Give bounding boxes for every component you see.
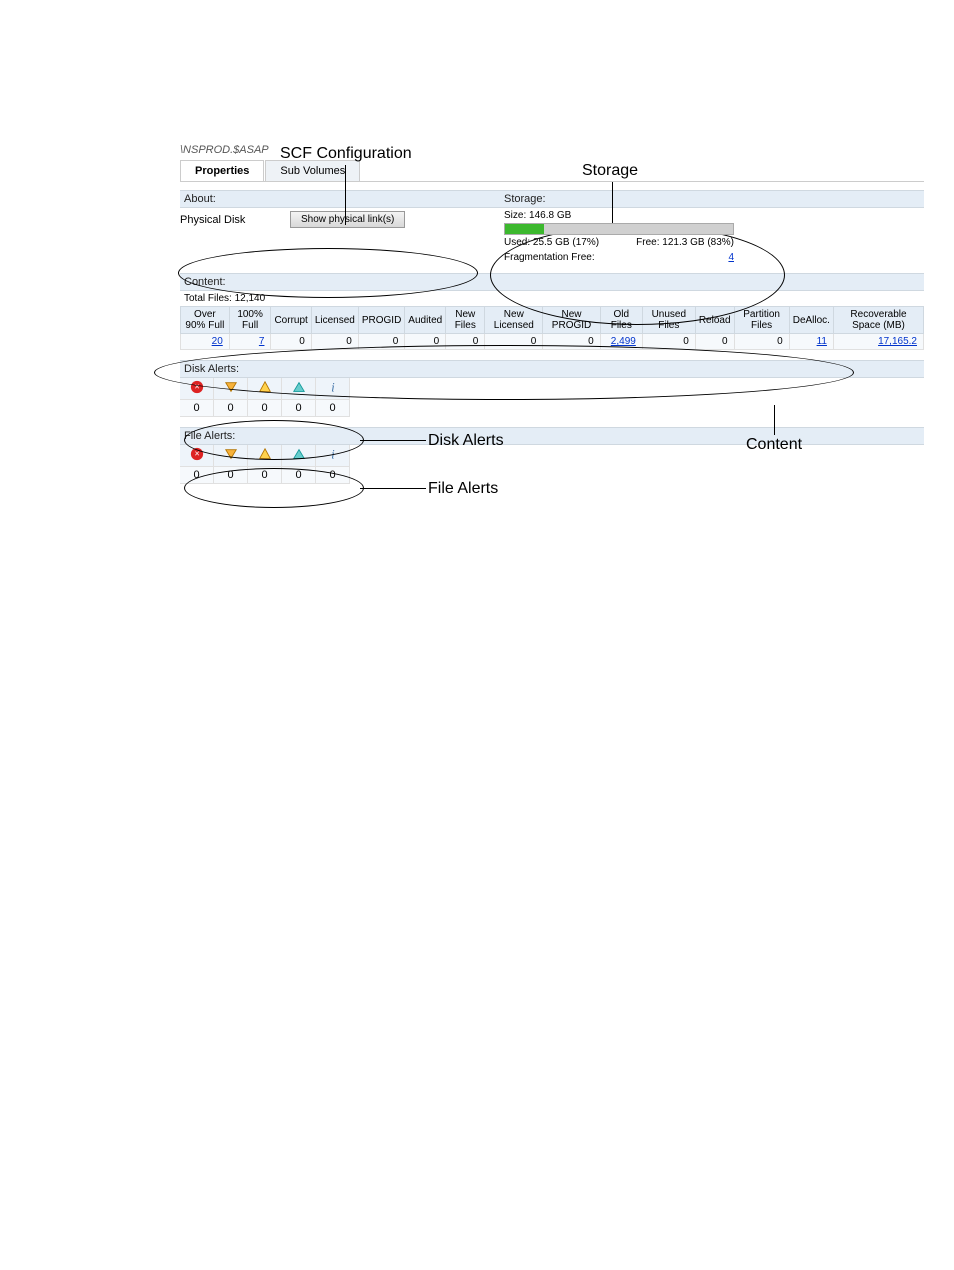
content-cell: 0 — [446, 334, 485, 350]
content-cell: 0 — [271, 334, 311, 350]
content-cell[interactable]: 2,499 — [600, 334, 642, 350]
annotation-disk-alerts: Disk Alerts — [428, 432, 504, 450]
physical-disk-label: Physical Disk — [180, 214, 290, 226]
content-cell: 0 — [358, 334, 404, 350]
show-physical-link-button[interactable]: Show physical link(s) — [290, 211, 405, 228]
file-alert-value: 0 — [282, 467, 316, 484]
content-cell[interactable]: 7 — [229, 334, 271, 350]
content-header: Content: — [180, 273, 924, 291]
total-files-label: Total Files: 12,140 — [180, 291, 924, 306]
svg-text:i: i — [331, 380, 335, 394]
table-row: 20700000002,4990001117,165.2 — [181, 334, 924, 350]
svg-text:i: i — [331, 447, 335, 461]
disk-alerts-header: Disk Alerts: — [180, 360, 924, 378]
up-arrow-icon — [282, 378, 316, 400]
warning-icon — [248, 445, 282, 467]
down-arrow-icon — [214, 378, 248, 400]
up-arrow-icon — [282, 445, 316, 467]
storage-bar — [504, 223, 734, 235]
fragmentation-value-link[interactable]: 4 — [728, 252, 734, 263]
annotation-file-alerts: File Alerts — [428, 480, 498, 498]
fragmentation-label: Fragmentation Free: — [504, 252, 595, 263]
svg-text:×: × — [194, 382, 199, 392]
about-header: About: — [180, 190, 500, 208]
content-col-header: Partition Files — [734, 307, 789, 334]
content-col-header: Recoverable Space (MB) — [833, 307, 923, 334]
content-col-header: Audited — [405, 307, 446, 334]
info-icon: i — [316, 378, 350, 400]
down-arrow-icon — [214, 445, 248, 467]
content-col-header: New PROGID — [543, 307, 600, 334]
storage-free: Free: 121.3 GB (83%) — [636, 237, 734, 248]
content-col-header: Reload — [695, 307, 734, 334]
tabs: Properties Sub Volumes — [180, 160, 924, 182]
content-cell[interactable]: 11 — [789, 334, 833, 350]
content-cell: 0 — [695, 334, 734, 350]
content-cell: 0 — [485, 334, 543, 350]
critical-icon: × — [180, 378, 214, 400]
file-alert-value: 0 — [214, 467, 248, 484]
svg-text:×: × — [194, 449, 199, 459]
content-col-header: Unused Files — [642, 307, 695, 334]
disk-alert-value: 0 — [180, 400, 214, 417]
disk-alert-value: 0 — [316, 400, 350, 417]
disk-alert-value: 0 — [282, 400, 316, 417]
content-col-header: PROGID — [358, 307, 404, 334]
storage-size: Size: 146.8 GB — [504, 210, 920, 221]
file-alerts-header: File Alerts: — [180, 427, 924, 445]
tab-properties[interactable]: Properties — [180, 160, 264, 181]
annotation-scf: SCF Configuration — [280, 145, 412, 163]
content-table: Over 90% Full100% FullCorruptLicensedPRO… — [180, 306, 924, 350]
content-col-header: Old Files — [600, 307, 642, 334]
content-col-header: New Licensed — [485, 307, 543, 334]
annotation-storage: Storage — [582, 162, 638, 180]
content-cell[interactable]: 20 — [181, 334, 230, 350]
content-col-header: Licensed — [311, 307, 358, 334]
critical-icon: × — [180, 445, 214, 467]
annotation-content: Content — [746, 436, 802, 454]
tab-subvolumes[interactable]: Sub Volumes — [265, 160, 360, 181]
storage-header: Storage: — [500, 190, 924, 208]
content-cell: 0 — [405, 334, 446, 350]
disk-alert-value: 0 — [214, 400, 248, 417]
content-cell[interactable]: 17,165.2 — [833, 334, 923, 350]
disk-alert-value: 0 — [248, 400, 282, 417]
content-cell: 0 — [311, 334, 358, 350]
content-col-header: Corrupt — [271, 307, 311, 334]
content-cell: 0 — [734, 334, 789, 350]
file-alert-value: 0 — [316, 467, 350, 484]
content-cell: 0 — [543, 334, 600, 350]
file-alert-value: 0 — [180, 467, 214, 484]
content-col-header: 100% Full — [229, 307, 271, 334]
info-icon: i — [316, 445, 350, 467]
file-alert-value: 0 — [248, 467, 282, 484]
warning-icon — [248, 378, 282, 400]
content-col-header: DeAlloc. — [789, 307, 833, 334]
content-col-header: New Files — [446, 307, 485, 334]
content-col-header: Over 90% Full — [181, 307, 230, 334]
content-cell: 0 — [642, 334, 695, 350]
storage-used: Used: 25.5 GB (17%) — [504, 237, 599, 248]
